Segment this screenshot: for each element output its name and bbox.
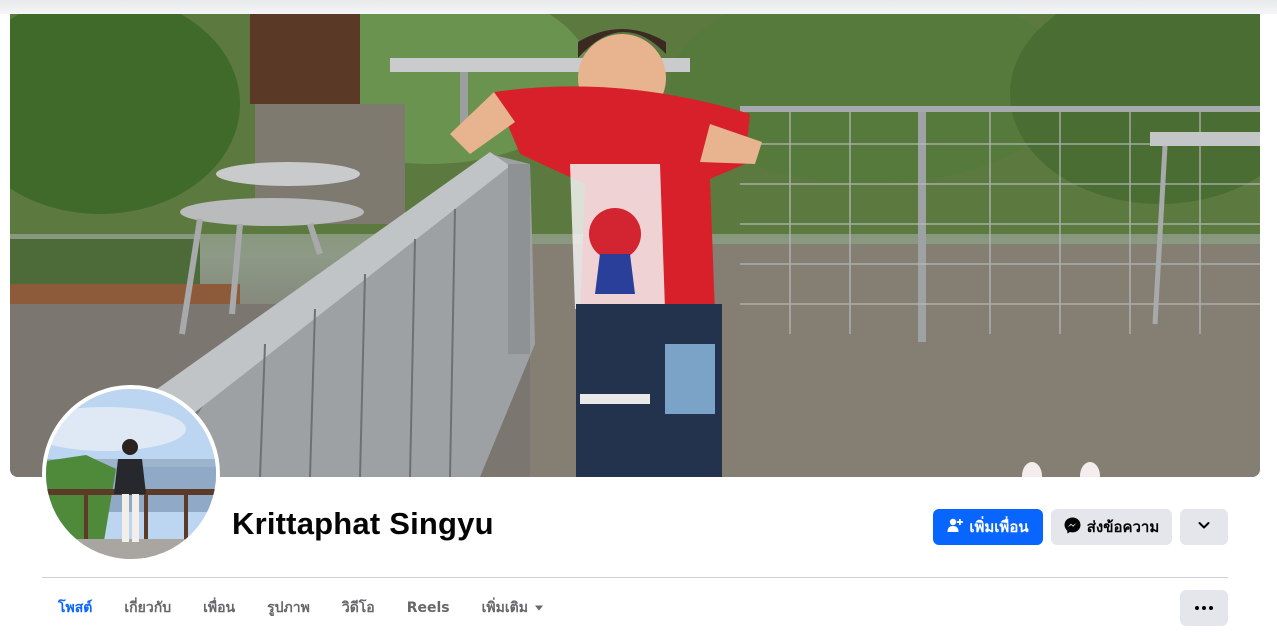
cover-photo[interactable] xyxy=(10,14,1260,477)
add-friend-label: เพิ่มเพื่อน xyxy=(969,518,1029,536)
add-friend-icon xyxy=(947,517,964,537)
tab-friends[interactable]: เพื่อน xyxy=(187,590,251,626)
tab-label: รูปภาพ xyxy=(267,600,310,616)
tab-label: Reels xyxy=(406,600,450,616)
profile-options-button[interactable] xyxy=(1180,509,1228,545)
tab-label: เพิ่มเติม xyxy=(481,600,528,616)
message-button[interactable]: ส่งข้อความ xyxy=(1051,509,1172,545)
avatar-photo xyxy=(46,389,216,559)
profile-avatar[interactable] xyxy=(42,385,220,563)
tab-label: เกี่ยวกับ xyxy=(124,600,172,616)
chevron-down-icon xyxy=(1197,518,1211,536)
tab-more[interactable]: เพิ่มเติม xyxy=(466,590,560,626)
tab-videos[interactable]: วิดีโอ xyxy=(326,590,391,626)
tab-reels[interactable]: Reels xyxy=(391,590,466,626)
top-strip xyxy=(0,0,1277,14)
more-dots-icon xyxy=(1195,606,1213,610)
caret-down-icon xyxy=(534,600,544,616)
tab-photos[interactable]: รูปภาพ xyxy=(251,590,326,626)
profile-tabs: โพสต์ เกี่ยวกับ เพื่อน รูปภาพ วิดีโอ Ree… xyxy=(42,590,560,626)
header-divider xyxy=(42,577,1228,578)
tab-about[interactable]: เกี่ยวกับ xyxy=(108,590,187,626)
add-friend-button[interactable]: เพิ่มเพื่อน xyxy=(933,509,1043,545)
tab-label: โพสต์ xyxy=(58,600,93,616)
tab-label: วิดีโอ xyxy=(341,600,375,616)
cover-illustration xyxy=(10,14,1260,477)
messenger-icon xyxy=(1064,517,1081,538)
more-options-button[interactable] xyxy=(1180,590,1228,626)
message-label: ส่งข้อความ xyxy=(1086,518,1160,536)
tab-label: เพื่อน xyxy=(203,600,236,616)
profile-name: Krittaphat Singyu xyxy=(232,506,494,541)
tab-posts[interactable]: โพสต์ xyxy=(42,590,108,626)
